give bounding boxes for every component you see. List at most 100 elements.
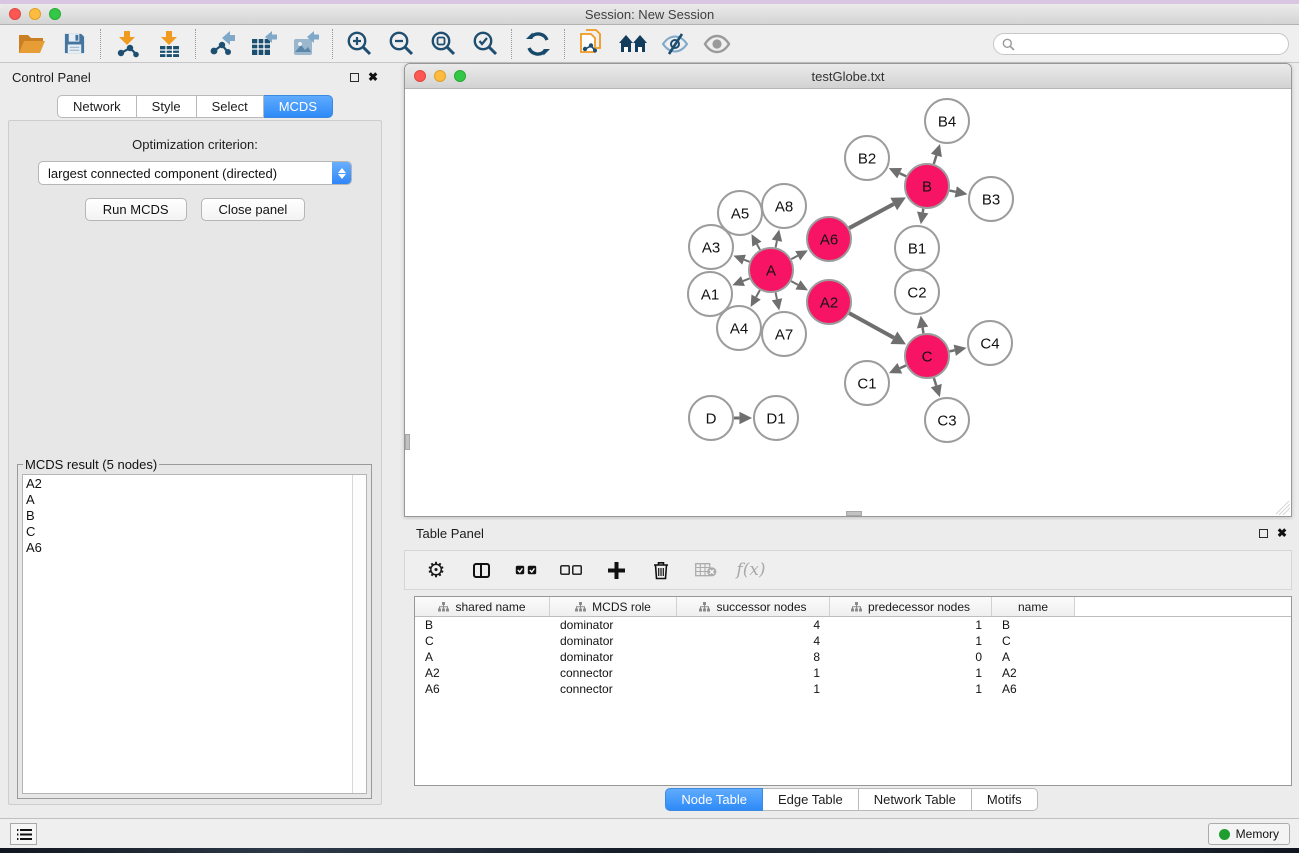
export-network-button[interactable] [205,28,239,60]
delete-table-button[interactable] [693,554,719,586]
graph-edge-A-A6[interactable] [791,256,797,259]
tab-style[interactable]: Style [137,95,197,118]
tab-motifs[interactable]: Motifs [972,788,1038,811]
network-resize-grip[interactable] [1276,501,1290,515]
float-panel-icon[interactable] [350,73,359,82]
criterion-dropdown[interactable]: largest connected component (directed) [38,161,352,185]
close-table-panel-icon[interactable]: ✖ [1277,527,1287,539]
graph-node-B1[interactable]: B1 [895,226,939,270]
graph-edge-A6-B[interactable] [849,204,894,228]
column-header-predecessor-nodes[interactable]: predecessor nodes [830,597,992,616]
mcds-result-item[interactable]: A6 [26,540,349,556]
save-session-button[interactable] [57,28,91,60]
apply-function-button[interactable]: f(x) [738,554,764,586]
search-input[interactable] [1020,36,1280,52]
graph-node-A6[interactable]: A6 [807,217,851,261]
graph-node-C4[interactable]: C4 [968,321,1012,365]
graph-edge-B-B4[interactable] [934,155,937,164]
graph-node-C3[interactable]: C3 [925,398,969,442]
graph-node-A1[interactable]: A1 [688,272,732,316]
network-close-button[interactable] [414,70,426,82]
table-row[interactable]: A2connector11A2 [415,665,1291,681]
import-table-button[interactable] [152,28,186,60]
graph-edge-A-A8[interactable] [776,241,777,248]
mcds-result-item[interactable]: C [26,524,349,540]
graph-node-C1[interactable]: C1 [845,361,889,405]
graph-node-C2[interactable]: C2 [895,270,939,314]
close-panel-icon[interactable]: ✖ [368,71,378,83]
memory-button[interactable]: Memory [1208,823,1290,845]
search-field[interactable] [993,33,1289,55]
refresh-view-button[interactable] [521,28,555,60]
zoom-fit-button[interactable] [426,28,460,60]
mcds-result-item[interactable]: A2 [26,476,349,492]
zoom-window-button[interactable] [49,8,61,20]
tab-network-table[interactable]: Network Table [859,788,972,811]
close-window-button[interactable] [9,8,21,20]
column-header-shared-name[interactable]: shared name [415,597,550,616]
column-header-mcds-role[interactable]: MCDS role [550,597,677,616]
export-image-button[interactable] [289,28,323,60]
run-mcds-button[interactable]: Run MCDS [85,198,187,221]
table-row[interactable]: Adominator80A [415,649,1291,665]
graph-node-B[interactable]: B [905,164,949,208]
graph-edge-B-B2[interactable] [900,173,907,176]
graph-edge-C-C1[interactable] [900,365,906,368]
column-header-successor-nodes[interactable]: successor nodes [677,597,830,616]
open-file-button[interactable] [15,28,49,60]
graph-node-D1[interactable]: D1 [754,396,798,440]
graph-edge-A-A7[interactable] [776,293,777,300]
minimize-window-button[interactable] [29,8,41,20]
graph-edge-B-B1[interactable] [923,209,924,213]
tab-select[interactable]: Select [197,95,264,118]
graph-node-C[interactable]: C [905,334,949,378]
graph-node-A7[interactable]: A7 [762,312,806,356]
network-minimize-button[interactable] [434,70,446,82]
tab-node-table[interactable]: Node Table [665,788,763,811]
close-panel-button[interactable]: Close panel [201,198,306,221]
network-zoom-button[interactable] [454,70,466,82]
graph-node-A8[interactable]: A8 [762,184,806,228]
graph-edge-C-C4[interactable] [950,350,955,351]
float-table-panel-icon[interactable] [1259,529,1268,538]
zoom-in-button[interactable] [342,28,376,60]
graph-node-A5[interactable]: A5 [718,191,762,235]
select-all-button[interactable] [513,554,539,586]
table-row[interactable]: Cdominator41C [415,633,1291,649]
graph-node-A2[interactable]: A2 [807,280,851,324]
graph-edge-A-A2[interactable] [791,281,798,285]
documents-share-button[interactable] [574,28,608,60]
task-history-button[interactable] [10,823,37,845]
network-vertical-scrollbar[interactable] [405,434,410,450]
column-header-name[interactable]: name [992,597,1075,616]
table-row[interactable]: A6connector11A6 [415,681,1291,697]
import-network-button[interactable] [110,28,144,60]
mcds-result-item[interactable]: B [26,508,349,524]
add-column-button[interactable] [603,554,629,586]
graph-node-A[interactable]: A [749,248,793,292]
houses-button[interactable] [616,28,650,60]
graph-edge-A-A1[interactable] [743,278,750,281]
zoom-selected-button[interactable] [468,28,502,60]
zoom-out-button[interactable] [384,28,418,60]
hide-selected-button[interactable] [658,28,692,60]
graph-node-D[interactable]: D [689,396,733,440]
network-horizontal-scrollbar[interactable] [846,511,862,516]
graph-node-A3[interactable]: A3 [689,225,733,269]
graph-node-B3[interactable]: B3 [969,177,1013,221]
mcds-result-item[interactable]: A [26,492,349,508]
graph-edge-A-A4[interactable] [756,290,760,297]
graph-edge-A2-C[interactable] [849,313,894,338]
result-list-scrollbar[interactable] [352,475,366,793]
column-selector-button[interactable] [468,554,494,586]
graph-edge-C-C2[interactable] [923,328,924,334]
graph-node-B4[interactable]: B4 [925,99,969,143]
network-canvas[interactable]: B4B2BB3B1A5A8A6A3AA1A2C2A4A7C4CC1C3DD1 [405,89,1291,516]
graph-edge-B-B3[interactable] [950,191,956,192]
tab-network[interactable]: Network [57,95,137,118]
deselect-all-button[interactable] [558,554,584,586]
graph-node-A4[interactable]: A4 [717,306,761,350]
tab-edge-table[interactable]: Edge Table [763,788,859,811]
graph-edge-C-C3[interactable] [934,378,936,386]
table-settings-button[interactable]: ⚙ [423,554,449,586]
